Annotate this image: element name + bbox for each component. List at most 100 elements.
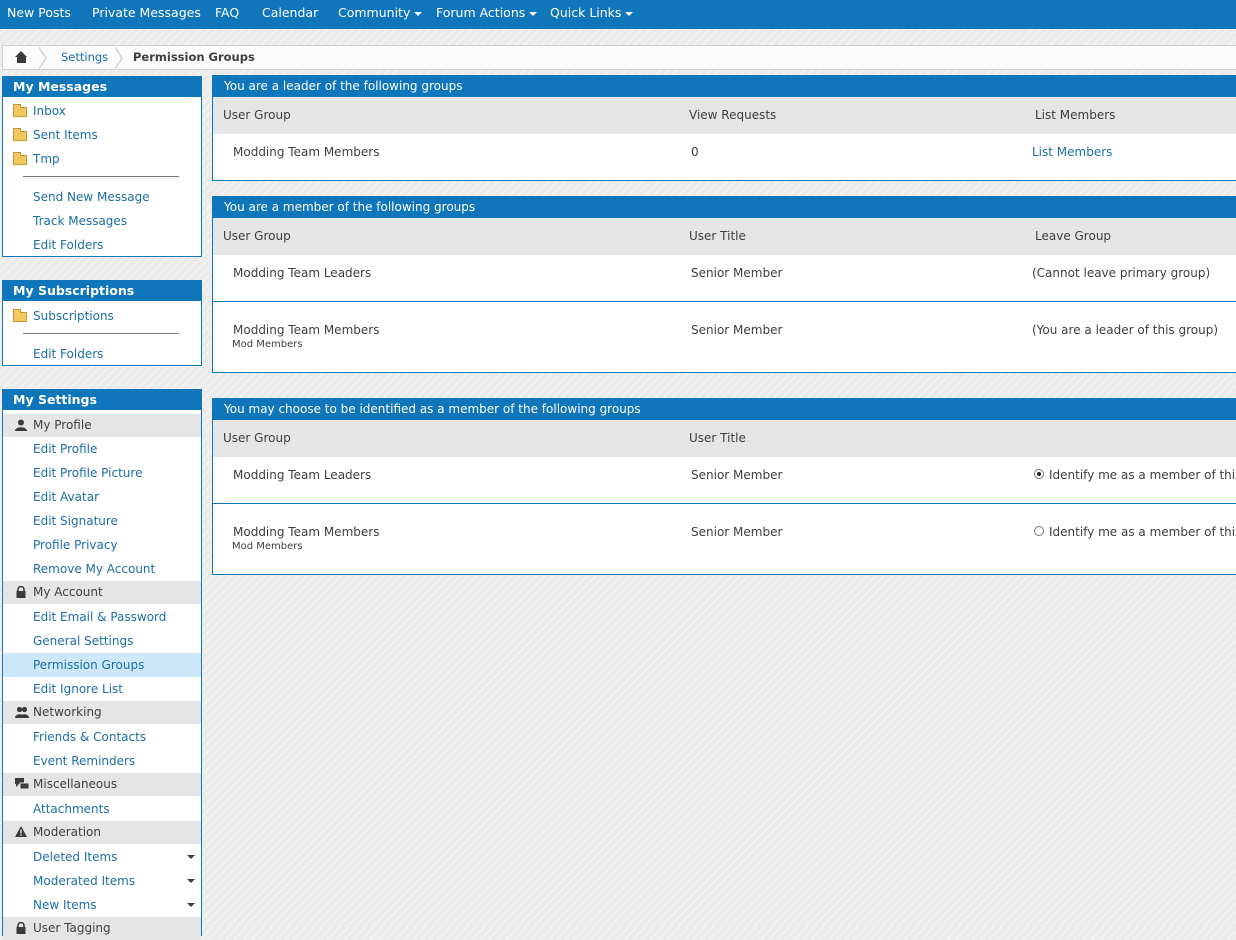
sidebar-item-edit-ignore-list[interactable]: Edit Ignore List xyxy=(3,677,201,701)
table-row: Modding Team Leaders Senior Member (Cann… xyxy=(213,255,1236,301)
sidebar-item-edit-email-password[interactable]: Edit Email & Password xyxy=(3,605,201,629)
user-group-name: Modding Team Leaders xyxy=(233,266,372,280)
column-header: List Members xyxy=(1035,108,1116,122)
nav-new-posts[interactable]: New Posts xyxy=(7,0,71,29)
sidebar-category-label: Miscellaneous xyxy=(33,777,118,791)
sidebar-item-edit-folders[interactable]: Edit Folders xyxy=(3,233,201,257)
sidebar-item-label[interactable]: Moderated Items xyxy=(33,869,135,893)
sidebar-item-label[interactable]: Inbox xyxy=(33,99,66,123)
sidebar-item-label[interactable]: Edit Folders xyxy=(33,233,103,257)
sidebar-item-label[interactable]: New Items xyxy=(33,893,97,917)
breadcrumb-settings[interactable]: Settings xyxy=(61,46,108,69)
sidebar-item-label[interactable]: Permission Groups xyxy=(33,653,144,677)
sidebar-item-label[interactable]: Track Messages xyxy=(33,209,127,233)
sidebar-item-edit-avatar[interactable]: Edit Avatar xyxy=(3,485,201,509)
sidebar-item-event-reminders[interactable]: Event Reminders xyxy=(3,749,201,773)
list-members-link[interactable]: List Members xyxy=(1032,145,1112,159)
sidebar-item-tmp[interactable]: Tmp xyxy=(3,147,201,171)
column-header: User Title xyxy=(689,431,746,445)
sidebar-item-label[interactable]: Sent Items xyxy=(33,123,98,147)
sidebar-item-permission-groups[interactable]: Permission Groups xyxy=(3,653,201,677)
nav-faq[interactable]: FAQ xyxy=(215,0,239,29)
sidebar-category-moderation: Moderation xyxy=(3,821,201,844)
sidebar-item-edit-folders[interactable]: Edit Folders xyxy=(3,342,201,366)
panel-title: You may choose to be identified as a mem… xyxy=(213,399,1236,420)
sidebar-item-new-items[interactable]: New Items xyxy=(3,893,201,917)
sidebar-item-label[interactable]: Edit Signature xyxy=(33,509,118,533)
sidebar-item-inbox[interactable]: Inbox xyxy=(3,99,201,123)
identify-option-label[interactable]: Identify me as a member of this group xyxy=(1049,468,1236,482)
sidebar-item-label[interactable]: Subscriptions xyxy=(33,304,114,328)
sidebar-item-general-settings[interactable]: General Settings xyxy=(3,629,201,653)
sidebar-item-label[interactable]: Attachments xyxy=(33,797,110,821)
nav-community[interactable]: Community xyxy=(338,0,423,29)
sidebar-item-label[interactable]: Edit Ignore List xyxy=(33,677,123,701)
sidebar-item-profile-privacy[interactable]: Profile Privacy xyxy=(3,533,201,557)
nav-calendar[interactable]: Calendar xyxy=(262,0,318,29)
sidebar-item-label[interactable]: Remove My Account xyxy=(33,557,155,581)
identify-groups-panel: You may choose to be identified as a mem… xyxy=(212,398,1236,575)
sidebar-item-deleted-items[interactable]: Deleted Items xyxy=(3,845,201,869)
sidebar-item-label[interactable]: Friends & Contacts xyxy=(33,725,146,749)
sidebar-item-label[interactable]: Edit Profile Picture xyxy=(33,461,142,485)
top-navbar: New Posts Private Messages FAQ Calendar … xyxy=(0,0,1236,29)
chevron-down-icon[interactable] xyxy=(187,903,195,907)
nav-forum-actions[interactable]: Forum Actions xyxy=(436,0,538,29)
column-header: User Title xyxy=(689,229,746,243)
chevron-down-icon[interactable] xyxy=(187,879,195,883)
user-group-name: Modding Team Leaders xyxy=(233,468,372,482)
column-header: Leave Group xyxy=(1035,229,1112,243)
chevron-down-icon xyxy=(414,11,423,16)
sidebar-category-label: My Account xyxy=(33,585,103,599)
sidebar-item-subscriptions[interactable]: Subscriptions xyxy=(3,304,201,328)
identify-option-label[interactable]: Identify me as a member of this group xyxy=(1049,525,1236,539)
sidebar-item-edit-signature[interactable]: Edit Signature xyxy=(3,509,201,533)
user-group-description: Mod Members xyxy=(232,541,303,552)
column-header: User Group xyxy=(223,229,291,243)
sidebar-item-sent-items[interactable]: Sent Items xyxy=(3,123,201,147)
sidebar-item-label[interactable]: Edit Email & Password xyxy=(33,605,166,629)
sidebar-item-edit-profile[interactable]: Edit Profile xyxy=(3,437,201,461)
sidebar-heading: My Messages xyxy=(3,77,201,97)
sidebar-item-friends-contacts[interactable]: Friends & Contacts xyxy=(3,725,201,749)
column-header: User Group xyxy=(223,108,291,122)
table-header: User Group User Title Leave Group xyxy=(213,218,1236,255)
user-group-name: Modding Team Members xyxy=(233,323,380,337)
sidebar-item-label[interactable]: Event Reminders xyxy=(33,749,135,773)
identify-radio[interactable] xyxy=(1034,469,1044,479)
column-header: View Requests xyxy=(689,108,777,122)
nav-private-messages[interactable]: Private Messages xyxy=(92,0,201,29)
user-icon xyxy=(15,419,27,431)
identify-radio[interactable] xyxy=(1034,526,1044,536)
chevron-down-icon[interactable] xyxy=(187,855,195,859)
user-title: Senior Member xyxy=(691,525,783,539)
sidebar-item-label[interactable]: Edit Avatar xyxy=(33,485,99,509)
sidebar-item-attachments[interactable]: Attachments xyxy=(3,797,201,821)
sidebar-item-label[interactable]: Edit Folders xyxy=(33,342,103,366)
user-group-name: Modding Team Members xyxy=(233,525,380,539)
sidebar-item-send-new-message[interactable]: Send New Message xyxy=(3,185,201,209)
user-title: Senior Member xyxy=(691,323,783,337)
tag-icon xyxy=(16,922,26,934)
member-groups-panel: You are a member of the following groups… xyxy=(212,196,1236,373)
warning-icon xyxy=(15,826,27,837)
sidebar-category-miscellaneous: Miscellaneous xyxy=(3,773,201,796)
sidebar-item-label[interactable]: Edit Profile xyxy=(33,437,97,461)
user-group-description: Mod Members xyxy=(232,339,303,350)
folder-icon xyxy=(13,128,27,141)
lock-icon xyxy=(16,586,26,598)
folder-icon xyxy=(13,309,27,322)
table-row: Modding Team Members 0 List Members xyxy=(213,134,1236,180)
sidebar-item-label[interactable]: Tmp xyxy=(33,147,60,171)
sidebar-item-label[interactable]: Deleted Items xyxy=(33,845,117,869)
sidebar-item-label[interactable]: General Settings xyxy=(33,629,133,653)
sidebar-item-label[interactable]: Profile Privacy xyxy=(33,533,118,557)
sidebar-item-edit-profile-picture[interactable]: Edit Profile Picture xyxy=(3,461,201,485)
nav-quick-links[interactable]: Quick Links xyxy=(550,0,634,29)
sidebar-item-moderated-items[interactable]: Moderated Items xyxy=(3,869,201,893)
sidebar-item-label[interactable]: Send New Message xyxy=(33,185,150,209)
sidebar-item-remove-my-account[interactable]: Remove My Account xyxy=(3,557,201,581)
home-icon[interactable] xyxy=(15,51,28,63)
sidebar-category-user-tagging: User Tagging xyxy=(3,917,201,940)
sidebar-item-track-messages[interactable]: Track Messages xyxy=(3,209,201,233)
